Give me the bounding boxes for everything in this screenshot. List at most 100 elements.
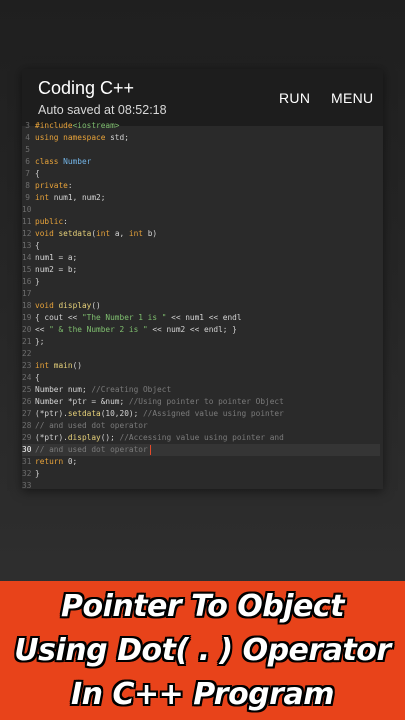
code-line[interactable]: 29 (*ptr).display(); //Accessing value us…: [22, 432, 380, 444]
code-line[interactable]: 13{: [22, 240, 380, 252]
code-text: };: [35, 336, 44, 348]
line-number: 30: [22, 445, 32, 454]
code-line[interactable]: 9 int num1, num2;: [22, 192, 380, 204]
code-text: // and used dot operator: [35, 444, 151, 456]
code-token: :: [63, 217, 68, 226]
code-token: //Using pointer to pointer Object: [128, 397, 284, 406]
code-text: num1 = a;: [35, 252, 77, 264]
code-token: display: [67, 433, 101, 442]
code-line[interactable]: 4 using namespace std;: [22, 132, 380, 144]
line-number: 13: [22, 241, 32, 250]
code-line[interactable]: 30// and used dot operator: [22, 444, 380, 456]
code-line[interactable]: 19{ cout << "The Number 1 is " << num1 <…: [22, 312, 380, 324]
code-token: class: [35, 157, 64, 166]
code-token: int: [128, 229, 144, 238]
code-token: (): [72, 361, 82, 370]
code-line[interactable]: 6 class Number: [22, 156, 380, 168]
line-number: 27: [22, 409, 32, 418]
code-line[interactable]: 15 num2 = b;: [22, 264, 380, 276]
code-token: int: [35, 361, 54, 370]
code-line[interactable]: 22: [22, 348, 380, 360]
code-line[interactable]: 3 #include<iostream>: [22, 120, 380, 132]
app-bar: Coding C++ Auto saved at 08:52:18 RUN ME…: [22, 69, 383, 126]
code-text: {: [35, 372, 40, 384]
code-line[interactable]: 20 << " & the Number 2 is " << num2 << en…: [22, 324, 380, 336]
code-text: num2 = b;: [35, 264, 77, 276]
line-number: 10: [22, 205, 32, 214]
line-number: 26: [22, 397, 32, 406]
code-token: Number *ptr = &num;: [35, 397, 129, 406]
code-text: void setdata(int a, int b): [35, 228, 157, 240]
code-token: // and used dot operator: [35, 421, 148, 430]
code-token: 0;: [63, 457, 78, 466]
code-token: {: [35, 373, 40, 382]
line-number: 32: [22, 469, 32, 478]
code-token: (): [91, 301, 101, 310]
code-token: b): [143, 229, 158, 238]
code-line[interactable]: 8 private:: [22, 180, 380, 192]
code-line[interactable]: 12 void setdata(int a, int b): [22, 228, 380, 240]
code-token: num1 = a;: [35, 253, 78, 262]
code-line[interactable]: 23 int main(): [22, 360, 380, 372]
line-number: 5: [25, 145, 30, 154]
code-text: int num1, num2;: [35, 192, 105, 204]
code-line[interactable]: 14 num1 = a;: [22, 252, 380, 264]
code-line[interactable]: 7{: [22, 168, 380, 180]
line-number: 24: [22, 373, 32, 382]
code-line[interactable]: 28// and used dot operator: [22, 420, 380, 432]
code-line[interactable]: 25 Number num; //Creating Object: [22, 384, 380, 396]
code-line[interactable]: 33: [22, 480, 380, 492]
menu-button[interactable]: MENU: [331, 90, 373, 106]
line-number: 15: [22, 265, 32, 274]
code-text: #include<iostream>: [35, 120, 120, 132]
code-token: }: [35, 469, 40, 478]
code-text: << " & the Number 2 is " << num2 << endl…: [35, 324, 237, 336]
code-token: return: [35, 457, 64, 466]
code-line[interactable]: 17: [22, 288, 380, 300]
code-token: int: [96, 229, 111, 238]
code-line[interactable]: 11 public:: [22, 216, 380, 228]
code-token: a,: [110, 229, 129, 238]
code-text: { cout << "The Number 1 is " << num1 << …: [35, 312, 242, 324]
line-number: 8: [25, 181, 30, 190]
code-token: Number num;: [35, 385, 92, 394]
code-text: class Number: [35, 156, 91, 168]
code-line[interactable]: 5: [22, 144, 380, 156]
code-line[interactable]: 18 void display(): [22, 300, 380, 312]
code-token: using namespace: [35, 133, 106, 142]
code-token: << num2 << endl; }: [147, 325, 237, 334]
code-line[interactable]: 31 return 0;: [22, 456, 380, 468]
line-number: 20: [22, 325, 32, 334]
line-number: 6: [25, 157, 30, 166]
line-number: 7: [25, 169, 30, 178]
code-line[interactable]: 27 (*ptr).setdata(10,20); //Assigned valu…: [22, 408, 380, 420]
code-token: :: [67, 181, 73, 190]
app-title: Coding C++: [38, 78, 135, 98]
banner-title-line-2: Using Dot( . ) Operator: [14, 633, 391, 668]
code-text: public:: [35, 216, 68, 228]
run-button[interactable]: RUN: [279, 90, 310, 106]
code-token: (*ptr).: [35, 433, 68, 442]
line-number: 33: [22, 481, 32, 490]
code-line[interactable]: 10: [22, 204, 380, 216]
code-text: // and used dot operator: [35, 420, 148, 432]
code-token: (*ptr).: [35, 409, 68, 418]
line-number: 9: [25, 193, 30, 202]
code-line[interactable]: 16}: [22, 276, 380, 288]
code-line[interactable]: 21};: [22, 336, 380, 348]
code-token: main: [53, 361, 73, 370]
line-number: 4: [25, 133, 30, 142]
line-number: 14: [22, 253, 32, 262]
code-token: setdata: [58, 229, 92, 238]
code-token: //Accessing value using pointer and: [119, 433, 284, 442]
code-editor[interactable]: 3 #include<iostream> 4 using namespace std;…: [22, 120, 383, 492]
code-token: "The Number 1 is ": [81, 313, 167, 322]
code-line[interactable]: 24{: [22, 372, 380, 384]
code-token: (10,20);: [100, 409, 143, 418]
code-token: { cout <<: [35, 313, 82, 322]
code-text: Number num; //Creating Object: [35, 384, 171, 396]
code-line[interactable]: 32}: [22, 468, 380, 480]
code-token: void: [35, 301, 59, 310]
code-line[interactable]: 26 Number *ptr = &num; //Using pointer to…: [22, 396, 380, 408]
code-token: private: [35, 181, 68, 190]
